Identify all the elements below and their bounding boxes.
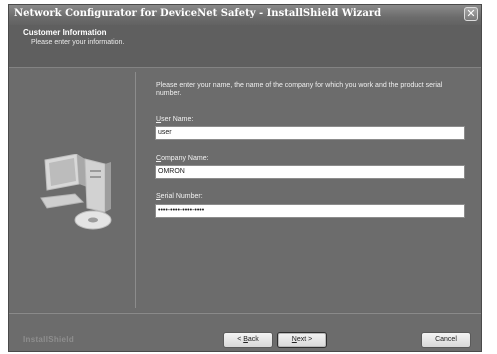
wizard-header: Customer Information Please enter your i… xyxy=(9,25,481,68)
installshield-brand: InstallShield xyxy=(23,335,75,344)
user-name-input[interactable]: user xyxy=(155,126,465,140)
header-title: Customer Information xyxy=(23,28,107,37)
next-button-text: ext > xyxy=(296,336,313,343)
company-name-input[interactable]: OMRON xyxy=(155,165,465,179)
close-icon: ✕ xyxy=(466,7,476,20)
window-title: Network Configurator for DeviceNet Safet… xyxy=(14,8,382,19)
wizard-footer: InstallShield < Back Next > Cancel xyxy=(9,313,481,351)
back-button-text: ack xyxy=(247,336,259,343)
computer-with-disc-icon xyxy=(40,154,112,230)
next-button[interactable]: Next > xyxy=(277,332,327,348)
wizard-body: Please enter your name, the name of the … xyxy=(9,68,481,312)
title-bar[interactable]: Network Configurator for DeviceNet Safet… xyxy=(9,5,481,25)
cancel-button[interactable]: Cancel xyxy=(421,332,471,348)
company-name-label: Company Name: xyxy=(156,155,209,162)
serial-number-input[interactable]: ••••-••••-••••-•••• xyxy=(155,204,465,218)
close-button[interactable]: ✕ xyxy=(464,7,478,21)
vertical-divider xyxy=(135,72,136,308)
company-name-label-text: ompany Name: xyxy=(161,155,209,162)
serial-number-label: Serial Number: xyxy=(156,193,203,200)
serial-number-label-text: erial Number: xyxy=(160,193,203,200)
user-name-label-text: ser Name: xyxy=(161,116,194,123)
back-button[interactable]: < Back xyxy=(223,332,273,348)
header-subtitle: Please enter your information. xyxy=(31,39,125,46)
instructions-text: Please enter your name, the name of the … xyxy=(156,82,443,97)
user-name-label: User Name: xyxy=(156,116,193,123)
installer-window: Network Configurator for DeviceNet Safet… xyxy=(8,4,482,352)
